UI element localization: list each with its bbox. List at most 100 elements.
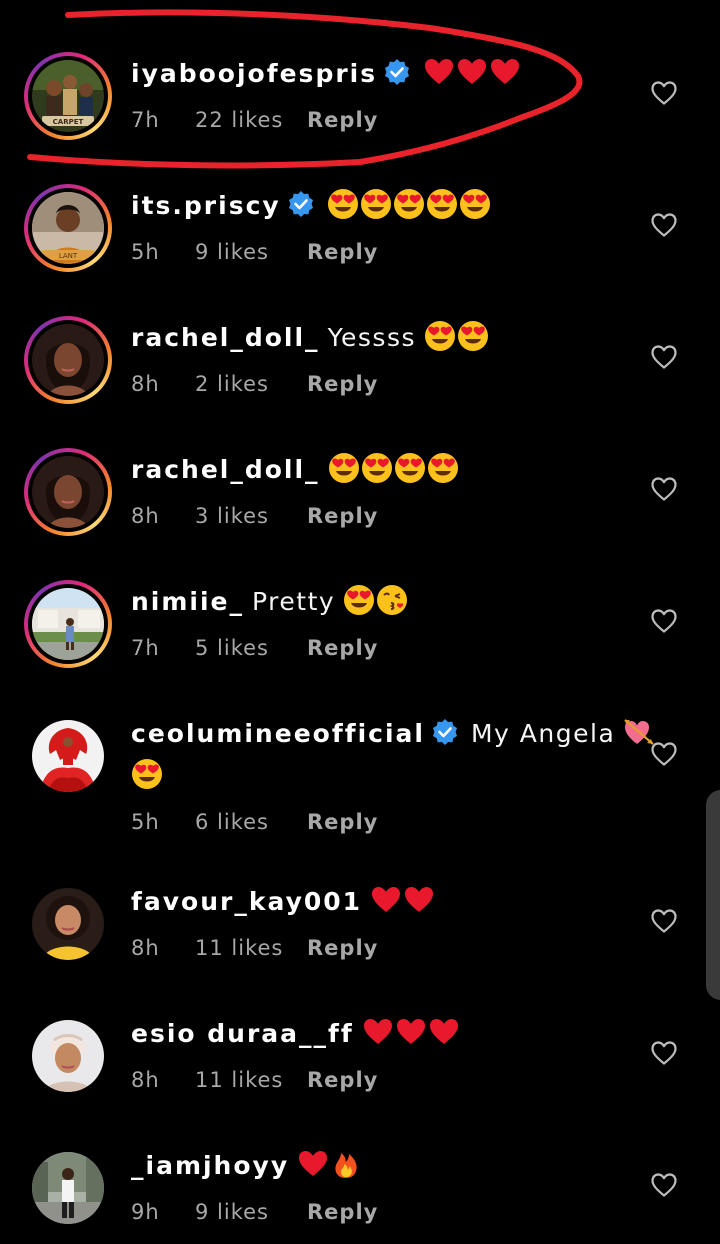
username[interactable]: rachel_doll_ xyxy=(131,323,320,352)
heart-emoji-icon xyxy=(362,1016,394,1058)
heart-emoji-icon xyxy=(297,1148,329,1190)
heart-emoji-icon xyxy=(395,1016,427,1058)
heart-outline-icon[interactable] xyxy=(650,740,678,768)
comment-likes[interactable]: 2 likes xyxy=(195,370,307,398)
comment-time: 5h xyxy=(131,240,160,264)
username[interactable]: _iamjhoyy xyxy=(131,1151,289,1180)
avatar[interactable] xyxy=(24,448,112,536)
comment-emojis xyxy=(423,59,522,88)
heart-eyes-emoji-icon xyxy=(360,188,392,230)
username[interactable]: nimiie_ xyxy=(131,587,244,616)
heart-eyes-emoji-icon xyxy=(131,758,163,800)
reply-button[interactable]: Reply xyxy=(307,1066,378,1094)
comment-emojis xyxy=(297,1151,363,1180)
avatar[interactable]: CARPET xyxy=(24,52,112,140)
avatar[interactable] xyxy=(24,316,112,404)
comment-text: Yessss xyxy=(327,323,416,352)
comment-likes[interactable]: 6 likes xyxy=(195,808,307,836)
avatar-image xyxy=(32,1152,104,1224)
heart-emoji-icon xyxy=(423,56,455,98)
comment-body: nimiie_ Pretty 7h 5 likes Reply xyxy=(131,584,631,662)
comment-time: 8h xyxy=(131,504,160,528)
comments-screen: CARPET iyaboojofespris 7h 22 likes Reply LA… xyxy=(0,0,720,1244)
comment-body: esio duraa__ff 8h 11 likes Reply xyxy=(131,1016,631,1094)
avatar-image: CARPET xyxy=(32,60,104,132)
avatar[interactable] xyxy=(24,712,112,800)
heart-eyes-emoji-icon xyxy=(457,320,489,362)
heart-emoji-icon xyxy=(370,884,402,926)
comment-likes[interactable]: 9 likes xyxy=(195,238,307,266)
comment-body: favour_kay001 8h 11 likes Reply xyxy=(131,884,631,962)
comment-time: 8h xyxy=(131,936,160,960)
comment-line: rachel_doll_ xyxy=(131,452,631,494)
username[interactable]: its.priscy xyxy=(131,191,281,220)
comment-time: 8h xyxy=(131,1068,160,1092)
reply-button[interactable]: Reply xyxy=(307,238,378,266)
comment-meta: 8h 11 likes Reply xyxy=(131,934,631,962)
avatar-image: LANT xyxy=(32,192,104,264)
username[interactable]: ceolumineeofficial xyxy=(131,719,425,748)
reply-button[interactable]: Reply xyxy=(307,634,378,662)
comment-likes[interactable]: 22 likes xyxy=(195,106,307,134)
comment-likes[interactable]: 5 likes xyxy=(195,634,307,662)
reply-button[interactable]: Reply xyxy=(307,808,378,836)
avatar[interactable]: LANT xyxy=(24,184,112,272)
comment-likes[interactable]: 11 likes xyxy=(195,934,307,962)
avatar-image xyxy=(32,324,104,396)
comment-body: ceolumineeofficial My Angela 5h 6 likes Re… xyxy=(131,716,654,836)
comment-line: its.priscy xyxy=(131,188,631,230)
heart-outline-icon[interactable] xyxy=(650,79,678,107)
comment-time: 8h xyxy=(131,372,160,396)
reply-button[interactable]: Reply xyxy=(307,106,378,134)
heart-outline-icon[interactable] xyxy=(650,907,678,935)
comment-likes[interactable]: 11 likes xyxy=(195,1066,307,1094)
heart-outline-icon[interactable] xyxy=(650,343,678,371)
heart-outline-icon[interactable] xyxy=(650,475,678,503)
heart-outline-icon[interactable] xyxy=(650,607,678,635)
heart-eyes-emoji-icon xyxy=(327,188,359,230)
avatar-image xyxy=(32,456,104,528)
comment-likes[interactable]: 3 likes xyxy=(195,502,307,530)
comment-meta: 8h 2 likes Reply xyxy=(131,370,631,398)
scrollbar-handle[interactable] xyxy=(706,790,720,1000)
username[interactable]: esio duraa__ff xyxy=(131,1019,354,1048)
comment-time: 7h xyxy=(131,108,160,132)
comment-line: iyaboojofespris xyxy=(131,56,631,98)
svg-text:LANT: LANT xyxy=(59,252,78,260)
username[interactable]: favour_kay001 xyxy=(131,887,362,916)
avatar[interactable] xyxy=(24,880,112,968)
comment-likes[interactable]: 9 likes xyxy=(195,1198,307,1226)
heart-emoji-icon xyxy=(489,56,521,98)
comment-line: ceolumineeofficial My Angela xyxy=(131,716,654,758)
comment-line-continued xyxy=(131,758,631,800)
heart-eyes-emoji-icon xyxy=(424,320,456,362)
comment-emojis xyxy=(343,585,409,616)
username[interactable]: rachel_doll_ xyxy=(131,455,320,484)
fire-emoji-icon xyxy=(330,1148,362,1190)
username[interactable]: iyaboojofespris xyxy=(131,59,377,88)
heart-eyes-emoji-icon xyxy=(394,452,426,494)
reply-button[interactable]: Reply xyxy=(307,502,378,530)
comment-meta: 5h 6 likes Reply xyxy=(131,808,631,836)
comment-line: favour_kay001 xyxy=(131,884,631,926)
avatar[interactable] xyxy=(24,1012,112,1100)
reply-button[interactable]: Reply xyxy=(307,1198,378,1226)
heart-outline-icon[interactable] xyxy=(650,211,678,239)
heart-outline-icon[interactable] xyxy=(650,1171,678,1199)
heart-outline-icon[interactable] xyxy=(650,1039,678,1067)
verified-badge-icon xyxy=(383,58,411,96)
avatar[interactable] xyxy=(24,1144,112,1232)
heart-emoji-icon xyxy=(428,1016,460,1058)
heart-eyes-emoji-icon xyxy=(393,188,425,230)
heart-eyes-emoji-icon xyxy=(343,584,375,626)
avatar[interactable] xyxy=(24,580,112,668)
comment-meta: 7h 22 likes Reply xyxy=(131,106,631,134)
comment-time: 5h xyxy=(131,810,160,834)
heart-eyes-emoji-icon xyxy=(361,452,393,494)
reply-button[interactable]: Reply xyxy=(307,370,378,398)
comment-text: Pretty xyxy=(252,587,336,616)
comment-meta: 7h 5 likes Reply xyxy=(131,634,631,662)
reply-button[interactable]: Reply xyxy=(307,934,378,962)
comment-line: esio duraa__ff xyxy=(131,1016,631,1058)
comment-emojis xyxy=(424,321,490,352)
